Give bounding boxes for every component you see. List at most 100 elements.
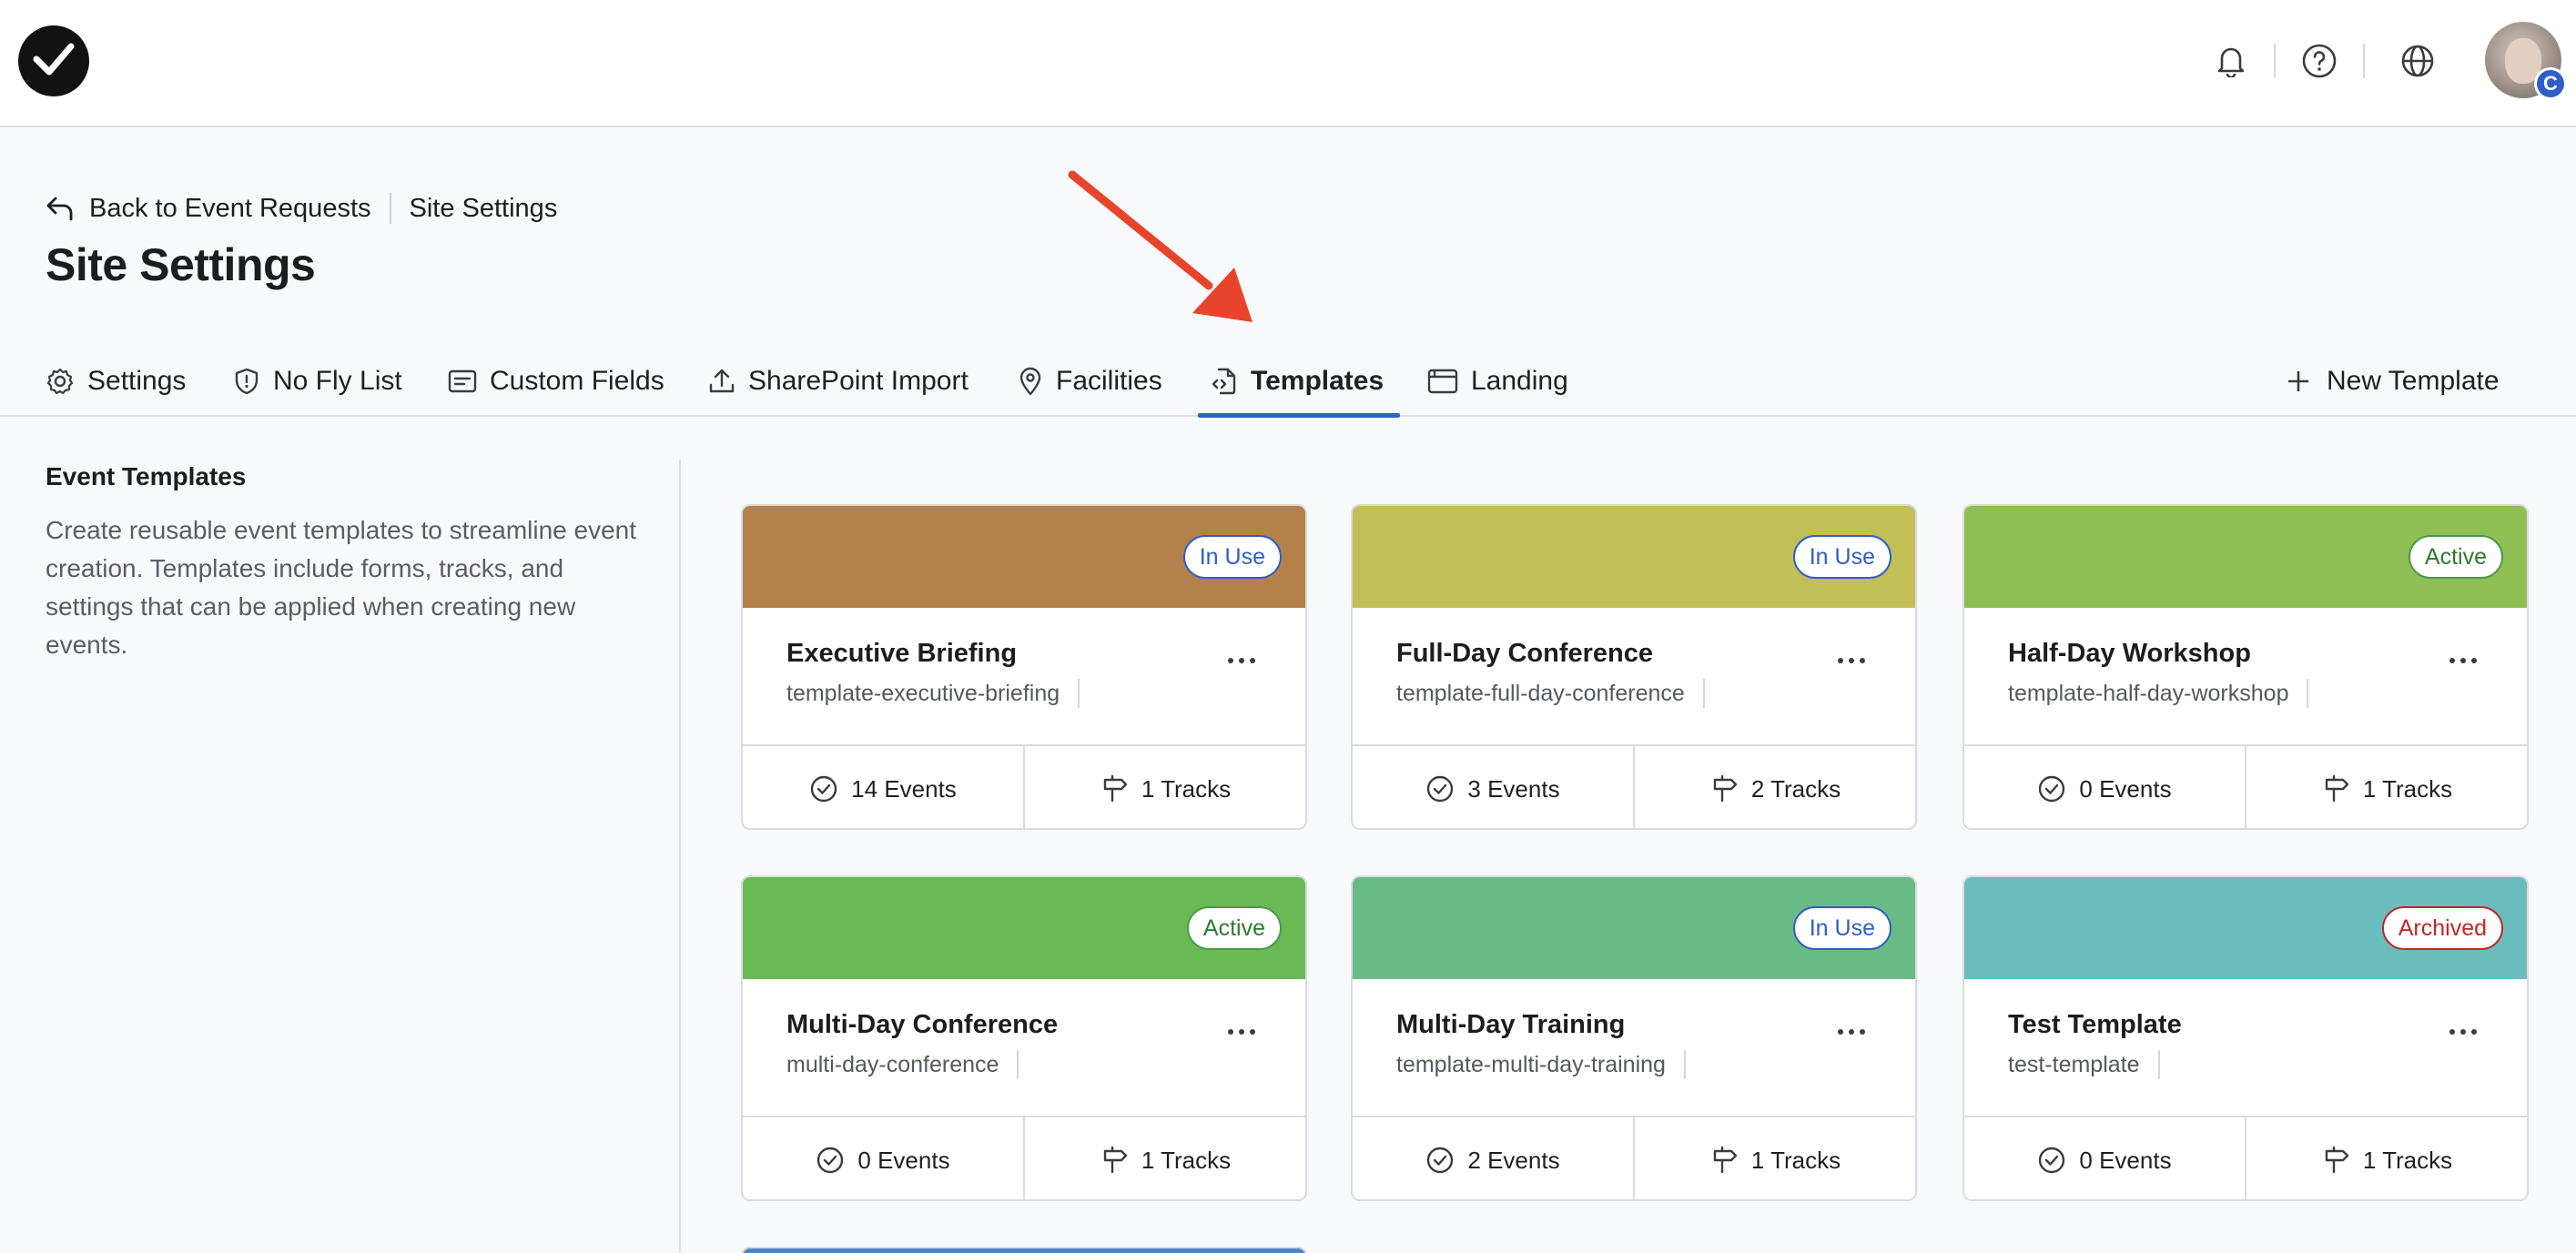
tab-no-fly-list[interactable]: No Fly List (233, 346, 402, 417)
signpost-icon (2325, 1146, 2349, 1174)
user-avatar[interactable]: C (2485, 22, 2567, 100)
avatar-badge: C (2534, 67, 2567, 100)
breadcrumb-separator (389, 193, 391, 224)
card-footer: 0 Events 1 Tracks (1964, 1116, 2527, 1199)
more-dots-icon (1838, 1029, 1843, 1035)
events-label: 3 Events (1467, 774, 1560, 803)
card-more-button[interactable] (1216, 642, 1267, 679)
template-card-partial[interactable] (741, 1247, 1307, 1253)
tab-facilities[interactable]: Facilities (1018, 346, 1162, 417)
card-footer: 0 Events 1 Tracks (1964, 744, 2527, 828)
events-count[interactable]: 0 Events (743, 1117, 1023, 1199)
tracks-count[interactable]: 1 Tracks (2245, 746, 2527, 828)
card-title: Multi-Day Training (1396, 1010, 1626, 1039)
section-description: Create reusable event templates to strea… (46, 516, 637, 659)
more-dots-icon (2449, 1029, 2455, 1035)
events-label: 14 Events (851, 774, 957, 803)
card-slug: template-half-day-workshop (2008, 679, 2309, 708)
slug-separator (2157, 1050, 2160, 1079)
tab-label: Custom Fields (490, 366, 664, 396)
new-template-label: New Template (2327, 366, 2500, 396)
vertical-divider (679, 460, 681, 1253)
help-circle-icon (2302, 44, 2337, 78)
tab-label: Landing (1471, 366, 1568, 396)
tracks-count[interactable]: 1 Tracks (2245, 1117, 2527, 1199)
events-label: 0 Events (2079, 774, 2172, 803)
slug-text: test-template (2008, 1051, 2140, 1077)
template-card[interactable]: Archived Test Template test-template 0 E… (1962, 875, 2529, 1201)
notifications-button[interactable] (2210, 40, 2252, 82)
language-button[interactable] (2397, 40, 2439, 82)
card-title: Multi-Day Conference (786, 1010, 1059, 1039)
events-count[interactable]: 0 Events (1964, 746, 2245, 828)
card-footer: 3 Events 2 Tracks (1353, 744, 1915, 828)
template-card[interactable]: In Use Full-Day Conference template-full… (1351, 504, 1917, 830)
tracks-label: 1 Tracks (2362, 1146, 2453, 1174)
active-tab-indicator (1198, 413, 1400, 418)
card-slug: multi-day-conference (786, 1050, 1019, 1079)
slug-text: template-multi-day-training (1396, 1051, 1666, 1077)
slug-text: template-executive-briefing (786, 680, 1060, 706)
tracks-count[interactable]: 2 Tracks (1633, 746, 1915, 828)
annotation-arrow-icon (1068, 170, 1253, 322)
tab-landing[interactable]: Landing (1427, 346, 1568, 417)
tracks-count[interactable]: 1 Tracks (1023, 1117, 1305, 1199)
help-button[interactable] (2298, 40, 2340, 82)
events-count[interactable]: 3 Events (1353, 746, 1633, 828)
card-slug: template-executive-briefing (786, 679, 1080, 708)
tracks-count[interactable]: 1 Tracks (1633, 1117, 1915, 1199)
template-card[interactable]: Active Multi-Day Conference multi-day-co… (741, 875, 1307, 1201)
tab-custom-fields[interactable]: Custom Fields (448, 346, 664, 417)
tracks-label: 2 Tracks (1750, 774, 1841, 803)
section-heading: Event Templates (46, 462, 247, 490)
template-card[interactable]: In Use Executive Briefing template-execu… (741, 504, 1307, 830)
back-link[interactable]: Back to Event Requests (46, 194, 371, 224)
template-card[interactable]: In Use Multi-Day Training template-multi… (1351, 875, 1917, 1201)
tracks-count[interactable]: 1 Tracks (1023, 746, 1305, 828)
card-more-button[interactable] (1826, 1014, 1877, 1050)
signpost-icon (1103, 774, 1128, 803)
slug-separator (1683, 1050, 1686, 1079)
check-circle-icon (810, 775, 837, 803)
events-label: 0 Events (2079, 1146, 2172, 1174)
slug-separator (2307, 679, 2309, 708)
logo[interactable] (18, 25, 89, 96)
check-circle-icon (2039, 775, 2065, 803)
tab-sharepoint-import[interactable]: SharePoint Import (708, 346, 969, 417)
events-count[interactable]: 14 Events (743, 746, 1023, 828)
tab-settings[interactable]: Settings (46, 346, 186, 417)
plus-icon (2287, 370, 2309, 392)
card-slug: template-full-day-conference (1396, 679, 1705, 708)
status-badge: In Use (1182, 535, 1282, 579)
tab-templates[interactable]: Templates (1211, 346, 1384, 417)
slug-text: multi-day-conference (786, 1051, 999, 1077)
card-more-button[interactable] (2438, 642, 2489, 679)
check-circle-icon (1427, 775, 1454, 803)
bell-icon (2217, 47, 2245, 77)
page-title: Site Settings (46, 239, 316, 290)
breadcrumb: Back to Event Requests Site Settings (46, 189, 557, 227)
events-label: 0 Events (857, 1146, 950, 1174)
back-link-label: Back to Event Requests (89, 193, 371, 223)
card-more-button[interactable] (1216, 1014, 1267, 1050)
tab-label: No Fly List (273, 366, 402, 396)
more-dots-icon (2449, 658, 2455, 663)
slug-separator (1702, 679, 1705, 708)
events-count[interactable]: 0 Events (1964, 1117, 2245, 1199)
upload-icon (709, 369, 735, 393)
back-arrow-icon (46, 197, 73, 221)
card-slug: test-template (2008, 1050, 2160, 1079)
slug-separator (1078, 679, 1080, 708)
card-more-button[interactable] (1826, 642, 1877, 679)
card-footer: 14 Events 1 Tracks (743, 744, 1305, 828)
globe-icon (2401, 45, 2434, 77)
card-more-button[interactable] (2438, 1014, 2489, 1050)
card-slug: template-multi-day-training (1396, 1050, 1686, 1079)
tracks-label: 1 Tracks (1750, 1146, 1841, 1174)
template-card[interactable]: Active Half-Day Workshop template-half-d… (1962, 504, 2529, 830)
new-template-button[interactable]: New Template (2287, 346, 2500, 417)
slug-text: template-full-day-conference (1396, 680, 1685, 706)
events-count[interactable]: 2 Events (1353, 1117, 1633, 1199)
card-title: Full-Day Conference (1396, 639, 1653, 668)
tab-bar: Settings No Fly List Custom Fields Share… (0, 346, 2576, 418)
